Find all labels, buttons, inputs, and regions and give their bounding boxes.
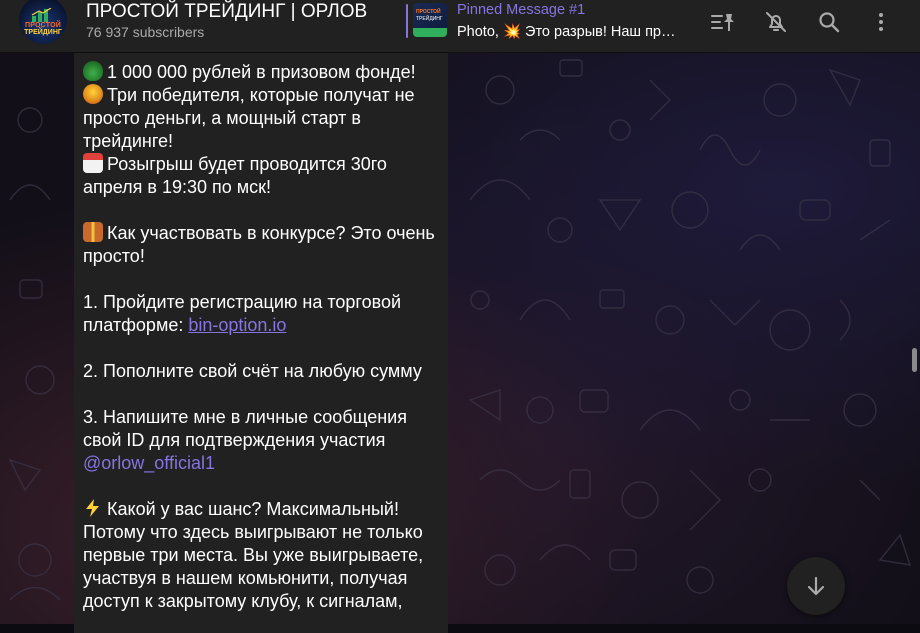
message-line-prize: 1 000 000 рублей в призовом фонде! <box>83 61 445 84</box>
more-vert-icon[interactable] <box>867 8 895 36</box>
how-text: Как участвовать в конкурсе? Это очень пр… <box>83 223 435 266</box>
scroll-down-button[interactable] <box>787 557 845 615</box>
winners-text: Три победителя, которые получат не прост… <box>83 85 415 151</box>
search-icon[interactable] <box>815 8 843 36</box>
subscriber-count: 76 937 subscribers <box>86 24 205 40</box>
message-line-chance: Какой у вас шанс? Максимальный! Потому ч… <box>83 498 445 613</box>
message-line-draw: Розыгрыш будет проводится 30го апреля в … <box>83 153 445 199</box>
message-step-3: 3. Напишите мне в личные сообщения свой … <box>83 407 407 450</box>
message-step-1: 1. Пройдите регистрацию на торговой плат… <box>83 291 445 337</box>
message-line-how: Как участвовать в конкурсе? Это очень пр… <box>83 222 445 268</box>
chat-header: ПРОСТОЙ ТРЕЙДИНГ ПРОСТОЙ ТРЕЙДИНГ | ОРЛО… <box>0 0 920 53</box>
pinned-message-preview[interactable]: Photo, 💥 Это разрыв! Наш праздник продол… <box>457 23 683 40</box>
draw-text: Розыгрыш будет проводится 30го апреля в … <box>83 154 387 197</box>
channel-avatar[interactable]: ПРОСТОЙ ТРЕЙДИНГ <box>19 0 67 44</box>
lightning-icon <box>83 498 103 518</box>
chance-text: Какой у вас шанс? Максимальный! Потому ч… <box>83 499 424 611</box>
pinned-thumb-text-top: ПРОСТОЙ <box>416 9 441 15</box>
pinned-indicator <box>406 4 408 38</box>
registration-link[interactable]: bin-option.io <box>188 315 286 335</box>
prize-text: 1 000 000 рублей в призовом фонде! <box>107 62 416 82</box>
pinned-thumbnail[interactable]: ПРОСТОЙ ТРЕЙДИНГ <box>413 3 447 37</box>
mute-bell-icon[interactable] <box>762 8 790 36</box>
message-mention-line: @orlow_official1 <box>83 452 445 475</box>
message-text[interactable]: 1 000 000 рублей в призовом фонде! Три п… <box>83 61 445 613</box>
pinned-message-title[interactable]: Pinned Message #1 <box>457 2 585 18</box>
message-step-2: 2. Пополните свой счёт на любую сумму <box>83 361 422 381</box>
channel-title[interactable]: ПРОСТОЙ ТРЕЙДИНГ | ОРЛОВ <box>86 1 367 23</box>
message-line-winners: Три победителя, которые получат не прост… <box>83 84 445 153</box>
chat-scrollbar[interactable] <box>912 348 917 372</box>
chart-bars-icon <box>31 8 52 22</box>
arrow-down-icon <box>807 576 825 596</box>
medal-icon <box>83 84 103 104</box>
avatar-brand-bottom: ТРЕЙДИНГ <box>24 29 62 36</box>
money-bag-icon <box>83 61 103 81</box>
pinned-list-icon[interactable] <box>709 8 737 36</box>
calendar-icon <box>83 153 103 173</box>
gift-icon <box>83 222 103 242</box>
username-mention-link[interactable]: @orlow_official1 <box>83 453 215 473</box>
pinned-thumb-text-bottom: ТРЕЙДИНГ <box>416 16 443 22</box>
avatar-brand-top: ПРОСТОЙ <box>25 22 61 29</box>
